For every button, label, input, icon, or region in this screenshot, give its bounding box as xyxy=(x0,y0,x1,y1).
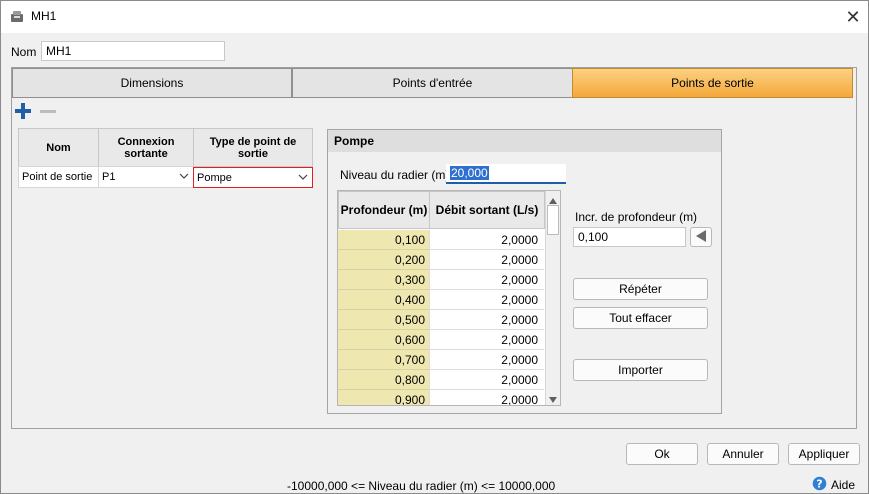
header-nom: Nom xyxy=(18,128,99,167)
chevron-down-icon[interactable] xyxy=(296,170,310,184)
cell-nom[interactable]: Point de sortie xyxy=(18,166,99,188)
pompe-title: Pompe xyxy=(328,130,721,152)
scroll-thumb[interactable] xyxy=(547,205,559,235)
connexion-value: P1 xyxy=(102,171,116,183)
depth-cell[interactable]: 0,200 xyxy=(338,250,429,270)
niveau-value: 20,000 xyxy=(450,166,489,180)
niveau-label: Niveau du radier (m) xyxy=(340,168,450,182)
minus-icon[interactable] xyxy=(39,102,57,120)
plus-icon[interactable] xyxy=(14,102,32,120)
flow-cell[interactable]: 2,0000 xyxy=(429,350,544,370)
depth-cell[interactable]: 0,500 xyxy=(338,310,429,330)
table-row[interactable]: 0,100 2,0000 xyxy=(338,230,544,250)
header-debit: Débit sortant (L/s) xyxy=(429,191,545,229)
tout-effacer-button[interactable]: Tout effacer xyxy=(573,307,708,329)
status-text: -10000,000 <= Niveau du radier (m) <= 10… xyxy=(287,479,556,493)
ok-button[interactable]: Ok xyxy=(626,443,698,465)
depth-cell[interactable]: 0,600 xyxy=(338,330,429,350)
table-row[interactable]: 0,800 2,0000 xyxy=(338,370,544,390)
svg-text:?: ? xyxy=(816,477,822,490)
table-row[interactable]: 0,500 2,0000 xyxy=(338,310,544,330)
depth-table: Profondeur (m) Débit sortant (L/s) 0,100… xyxy=(337,190,561,406)
header-connexion-sortante: Connexion sortante xyxy=(98,128,194,167)
flow-cell[interactable]: 2,0000 xyxy=(429,250,544,270)
close-icon[interactable]: ✕ xyxy=(839,3,867,31)
depth-cell[interactable]: 0,700 xyxy=(338,350,429,370)
depth-cell[interactable]: 0,100 xyxy=(338,230,429,250)
dialog-window: MH1 ✕ Nom MH1 Dimensions Points d'entrée… xyxy=(0,0,869,494)
niveau-input[interactable]: 20,000 xyxy=(446,164,566,184)
tab-points-sortie[interactable]: Points de sortie xyxy=(572,68,853,98)
nom-input[interactable]: MH1 xyxy=(41,41,225,61)
flow-cell[interactable]: 2,0000 xyxy=(429,230,544,250)
table-row[interactable]: 0,400 2,0000 xyxy=(338,290,544,310)
depth-cell[interactable]: 0,800 xyxy=(338,370,429,390)
aide-link[interactable]: ? Aide xyxy=(812,476,855,494)
manhole-app-icon xyxy=(9,8,25,24)
table-row[interactable]: 0,900 2,0000 xyxy=(338,390,544,405)
table-scrollbar[interactable] xyxy=(545,191,560,405)
repeter-button[interactable]: Répéter xyxy=(573,278,708,300)
flow-cell[interactable]: 2,0000 xyxy=(429,270,544,290)
pompe-group: Pompe Niveau du radier (m) 20,000 Profon… xyxy=(327,129,722,414)
apply-increment-button[interactable] xyxy=(690,227,712,247)
flow-cell[interactable]: 2,0000 xyxy=(429,330,544,350)
table-row[interactable]: 0,700 2,0000 xyxy=(338,350,544,370)
help-icon: ? xyxy=(812,476,827,494)
nom-label: Nom xyxy=(11,45,37,59)
annuler-button[interactable]: Annuler xyxy=(707,443,779,465)
aide-label: Aide xyxy=(831,478,856,492)
chevron-down-icon[interactable] xyxy=(177,169,191,183)
header-type-point: Type de point de sortie xyxy=(193,128,313,167)
flow-cell[interactable]: 2,0000 xyxy=(429,310,544,330)
flow-cell[interactable]: 2,0000 xyxy=(429,390,544,405)
window-title: MH1 xyxy=(31,9,57,23)
type-select[interactable]: Pompe xyxy=(193,167,313,188)
title-bar: MH1 ✕ xyxy=(1,1,868,33)
depth-cell[interactable]: 0,400 xyxy=(338,290,429,310)
tab-dimensions[interactable]: Dimensions xyxy=(12,68,292,98)
incr-label: Incr. de profondeur (m) xyxy=(575,210,698,224)
table-row[interactable]: 0,200 2,0000 xyxy=(338,250,544,270)
flow-cell[interactable]: 2,0000 xyxy=(429,290,544,310)
depth-cell[interactable]: 0,900 xyxy=(338,390,429,405)
tab-points-entree[interactable]: Points d'entrée xyxy=(292,68,573,98)
flow-cell[interactable]: 2,0000 xyxy=(429,370,544,390)
incr-input[interactable]: 0,100 xyxy=(573,227,686,247)
type-value: Pompe xyxy=(197,172,232,184)
table-row[interactable]: 0,600 2,0000 xyxy=(338,330,544,350)
header-profondeur: Profondeur (m) xyxy=(338,191,430,229)
depth-cell[interactable]: 0,300 xyxy=(338,270,429,290)
connexion-select[interactable]: P1 xyxy=(98,166,194,188)
importer-button[interactable]: Importer xyxy=(573,359,708,381)
triangle-left-icon xyxy=(694,229,708,246)
scroll-down-icon[interactable] xyxy=(548,393,558,407)
table-row[interactable]: 0,300 2,0000 xyxy=(338,270,544,290)
appliquer-button[interactable]: Appliquer xyxy=(788,443,860,465)
